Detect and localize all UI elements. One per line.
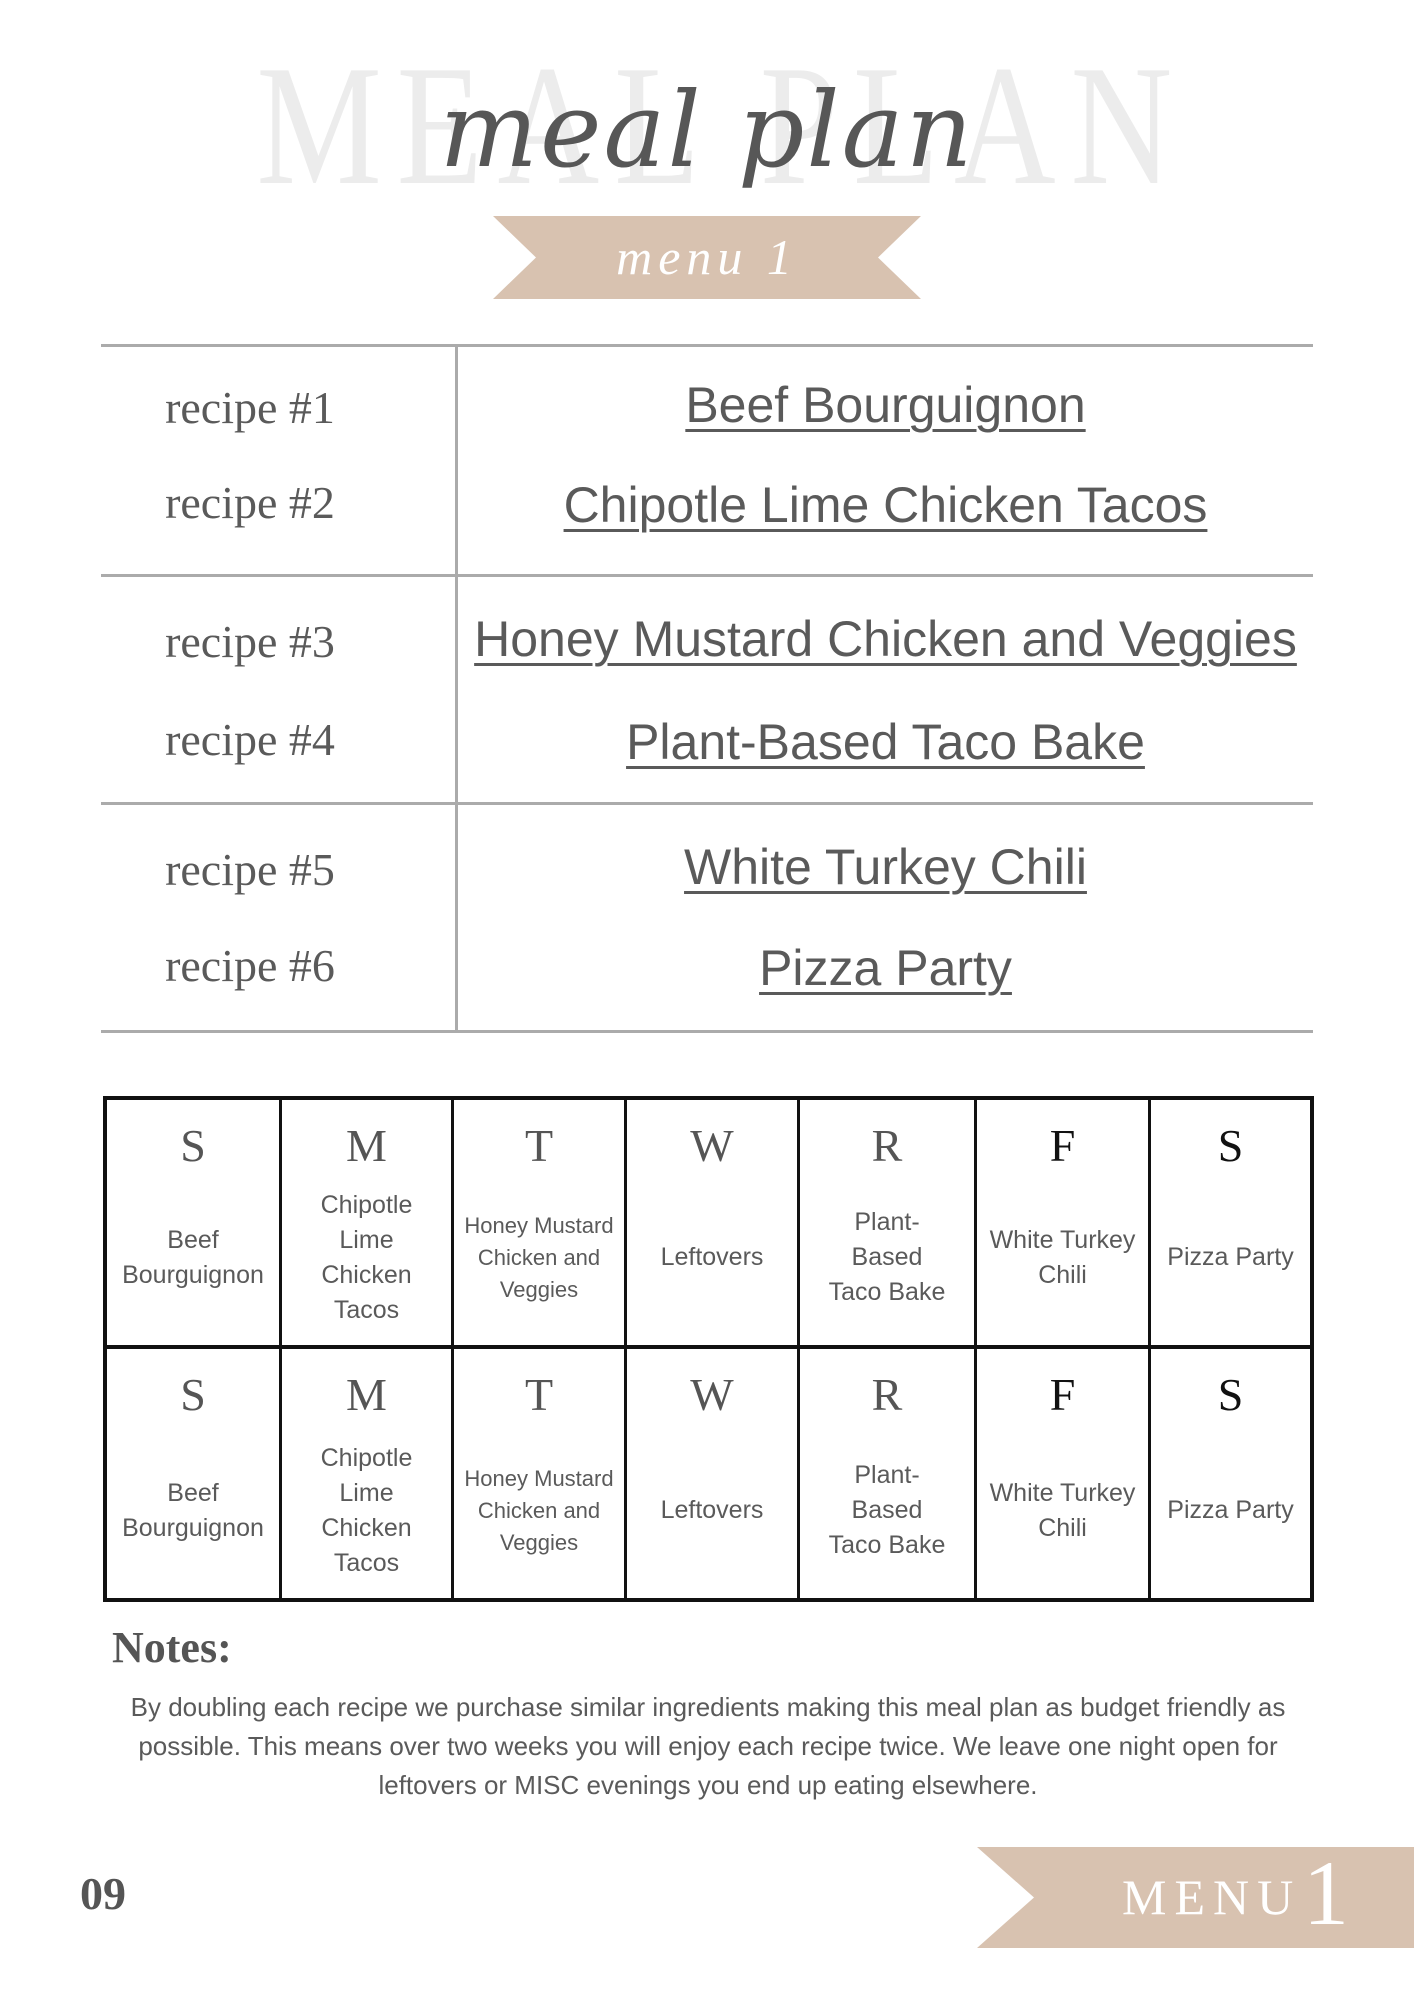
recipe-link[interactable]: Chipotle Lime Chicken Tacos xyxy=(458,475,1313,535)
day-letter: S xyxy=(1217,1120,1244,1171)
recipe-label: recipe #4 xyxy=(165,714,335,765)
day-meal: Honey Mustard Chicken and Veggies xyxy=(464,1465,614,1555)
day-cell: S Beef Bourguignon xyxy=(107,1100,279,1345)
menu-banner-label: menu 1 xyxy=(616,229,798,285)
footer-menu-label: MENU xyxy=(1122,1869,1302,1925)
day-meal: Pizza Party xyxy=(1167,1496,1294,1524)
day-meal: Chipotle Lime Chicken Tacos xyxy=(320,1190,413,1324)
week-row: S Beef Bourguignon M Chipotle Lime Chick… xyxy=(107,1100,1310,1345)
footer-menu-ribbon: MENU 1 xyxy=(977,1843,1414,1948)
day-cell: M Chipotle Lime Chicken Tacos xyxy=(279,1349,451,1602)
day-cell: R Plant-Based Taco Bake xyxy=(797,1100,974,1345)
menu-banner: menu 1 xyxy=(493,216,921,299)
day-cell: M Chipotle Lime Chicken Tacos xyxy=(279,1100,451,1345)
week-row: S Beef Bourguignon M Chipotle Lime Chick… xyxy=(107,1345,1310,1602)
day-meal: Leftovers xyxy=(660,1496,764,1524)
day-letter: R xyxy=(871,1369,903,1420)
day-cell: S Pizza Party xyxy=(1148,1349,1310,1602)
day-letter: W xyxy=(690,1369,734,1420)
recipe-link[interactable]: Beef Bourguignon xyxy=(458,375,1313,435)
day-letter: S xyxy=(180,1120,206,1171)
day-letter: T xyxy=(524,1369,554,1420)
recipe-label: recipe #5 xyxy=(165,844,335,895)
day-meal: Beef Bourguignon xyxy=(122,1478,264,1542)
day-meal: Pizza Party xyxy=(1167,1243,1294,1271)
day-cell: R Plant-Based Taco Bake xyxy=(797,1349,974,1602)
table-divider xyxy=(101,1030,1313,1033)
recipe-label: recipe #2 xyxy=(165,477,335,528)
day-letter: F xyxy=(1049,1369,1076,1420)
weekly-calendar-grid: S Beef Bourguignon M Chipotle Lime Chick… xyxy=(103,1096,1314,1602)
recipe-label: recipe #6 xyxy=(165,940,335,991)
day-meal: Honey Mustard Chicken and Veggies xyxy=(464,1212,614,1302)
recipe-link[interactable]: Pizza Party xyxy=(458,938,1313,998)
day-cell: S Pizza Party xyxy=(1148,1100,1310,1345)
day-meal: White Turkey Chili xyxy=(989,1225,1136,1289)
day-cell: W Leftovers xyxy=(624,1100,797,1345)
recipe-link[interactable]: White Turkey Chili xyxy=(458,837,1313,897)
notes-heading: Notes: xyxy=(112,1623,232,1672)
day-cell: S Beef Bourguignon xyxy=(107,1349,279,1602)
day-meal: White Turkey Chili xyxy=(989,1478,1136,1542)
day-letter: S xyxy=(1217,1369,1244,1420)
day-letter: M xyxy=(346,1120,387,1171)
notes-body: By doubling each recipe we purchase simi… xyxy=(130,1692,1286,1800)
day-letter: S xyxy=(180,1369,206,1420)
day-meal: Leftovers xyxy=(660,1243,764,1271)
table-divider xyxy=(101,802,1313,805)
day-letter: M xyxy=(346,1369,387,1420)
page-number: 09 xyxy=(80,1868,126,1919)
day-cell: W Leftovers xyxy=(624,1349,797,1602)
column-divider xyxy=(455,346,458,1030)
table-divider xyxy=(101,574,1313,577)
day-meal: Beef Bourguignon xyxy=(122,1225,264,1289)
page-title: meal plan xyxy=(439,69,975,191)
day-cell: F White Turkey Chili xyxy=(974,1100,1148,1345)
recipe-link[interactable]: Plant-Based Taco Bake xyxy=(458,712,1313,772)
day-meal: Plant-Based Taco Bake xyxy=(828,1461,946,1559)
recipe-label: recipe #3 xyxy=(165,616,335,667)
day-meal: Chipotle Lime Chicken Tacos xyxy=(320,1443,413,1577)
day-cell: T Honey Mustard Chicken and Veggies xyxy=(451,1100,624,1345)
day-cell: F White Turkey Chili xyxy=(974,1349,1148,1602)
footer-menu-number: 1 xyxy=(1303,1842,1349,1944)
recipe-label: recipe #1 xyxy=(165,382,335,433)
recipe-link[interactable]: Honey Mustard Chicken and Veggies xyxy=(458,609,1313,669)
day-letter: W xyxy=(690,1120,734,1171)
day-cell: T Honey Mustard Chicken and Veggies xyxy=(451,1349,624,1602)
day-letter: T xyxy=(524,1120,554,1171)
day-meal: Plant-Based Taco Bake xyxy=(828,1208,946,1306)
day-letter: F xyxy=(1049,1120,1076,1171)
day-letter: R xyxy=(871,1120,903,1171)
table-divider xyxy=(101,344,1313,347)
